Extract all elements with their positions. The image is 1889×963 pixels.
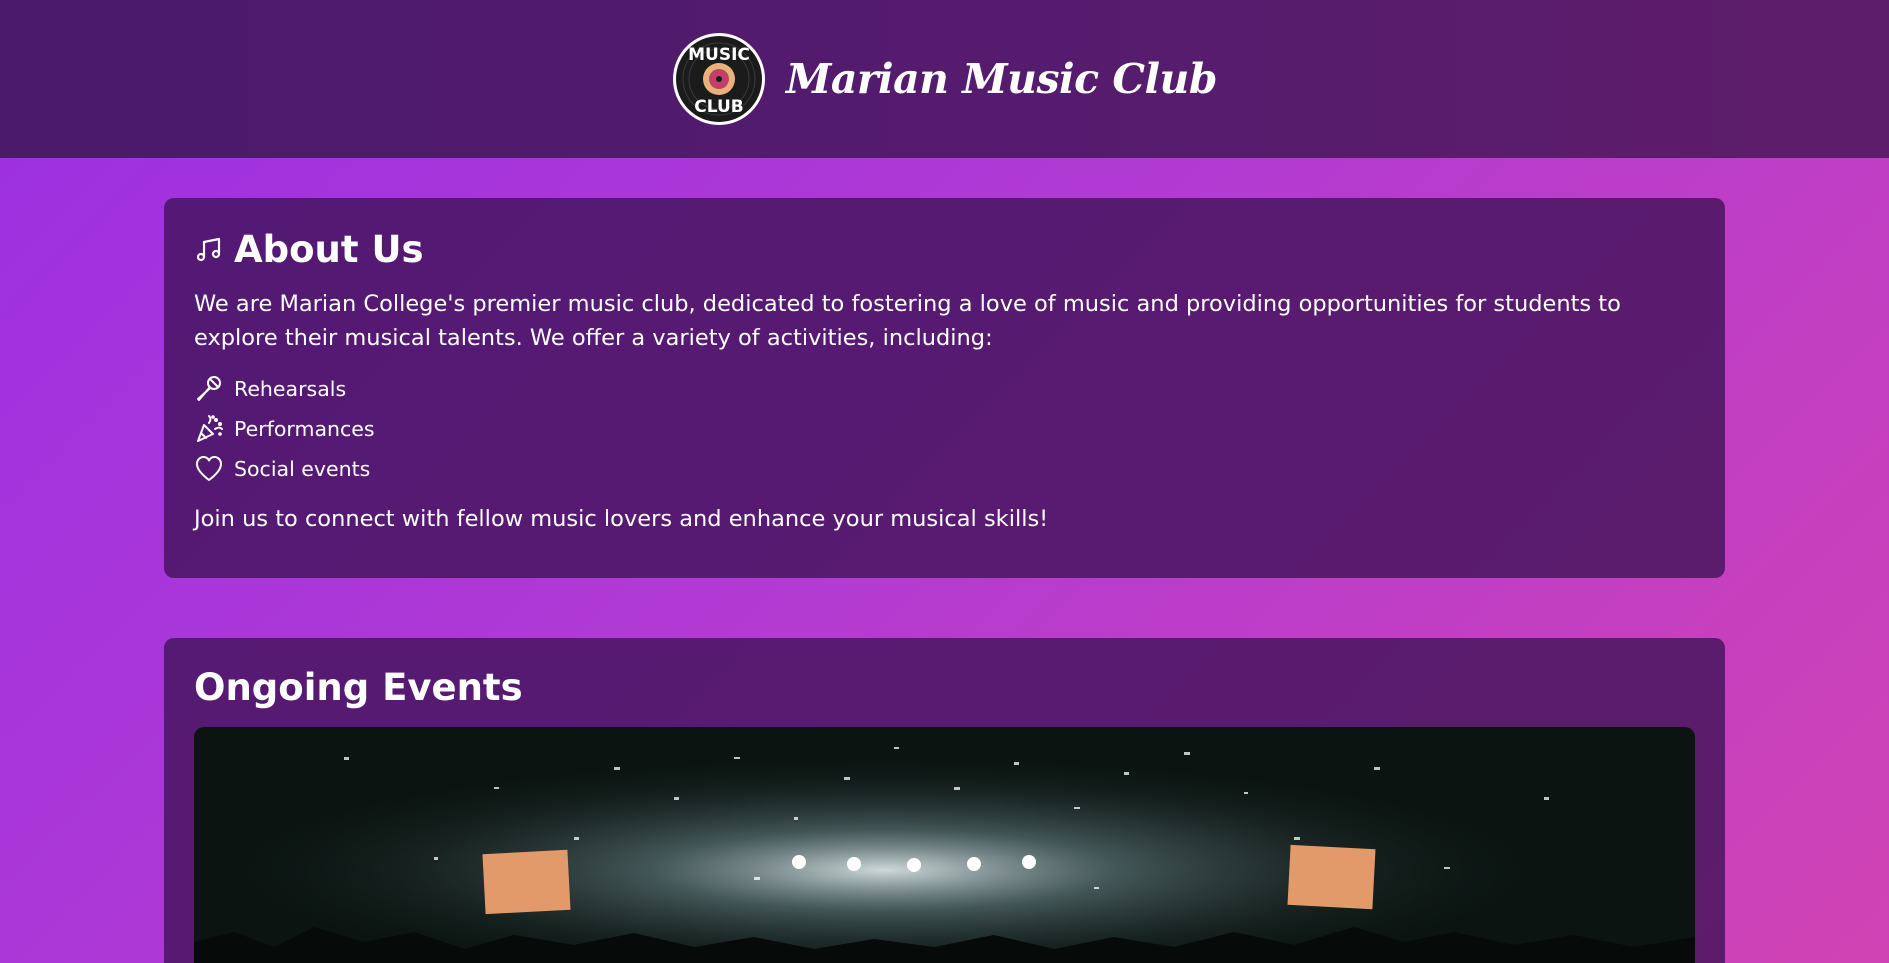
activity-label: Rehearsals <box>234 377 347 401</box>
events-section: Ongoing Events <box>164 638 1725 963</box>
party-popper-icon <box>197 415 223 442</box>
about-outro: Join us to connect with fellow music lov… <box>194 506 1049 532</box>
site-title: Marian Music Club <box>785 55 1218 103</box>
logo-text-bottom: CLUB <box>694 97 743 117</box>
activity-item-social-events: Social events <box>194 449 1695 489</box>
heart-icon <box>196 456 222 481</box>
music-note-icon <box>196 237 221 261</box>
logo-text-top: MUSIC <box>688 45 750 65</box>
about-title: About Us <box>234 228 424 271</box>
site-header: MUSIC CLUB Marian Music Club <box>0 0 1889 158</box>
about-heading: About Us <box>194 228 1695 271</box>
activity-label: Performances <box>234 417 375 441</box>
left-screen <box>482 849 571 915</box>
activity-item-performances: Performances <box>194 409 1695 449</box>
events-title: Ongoing Events <box>194 666 523 709</box>
concert-photo <box>194 727 1695 963</box>
about-intro: We are Marian College's premier music cl… <box>194 291 1621 351</box>
about-section: About Us We are Marian College's premier… <box>164 198 1725 578</box>
microphone-icon <box>197 376 221 401</box>
events-heading: Ongoing Events <box>194 666 1695 709</box>
activity-item-rehearsals: Rehearsals <box>194 369 1695 409</box>
right-screen <box>1287 844 1376 910</box>
music-club-logo[interactable]: MUSIC CLUB <box>672 32 766 126</box>
activity-list: Rehearsals Performances Social events <box>194 369 1695 489</box>
activity-label: Social events <box>234 457 371 481</box>
